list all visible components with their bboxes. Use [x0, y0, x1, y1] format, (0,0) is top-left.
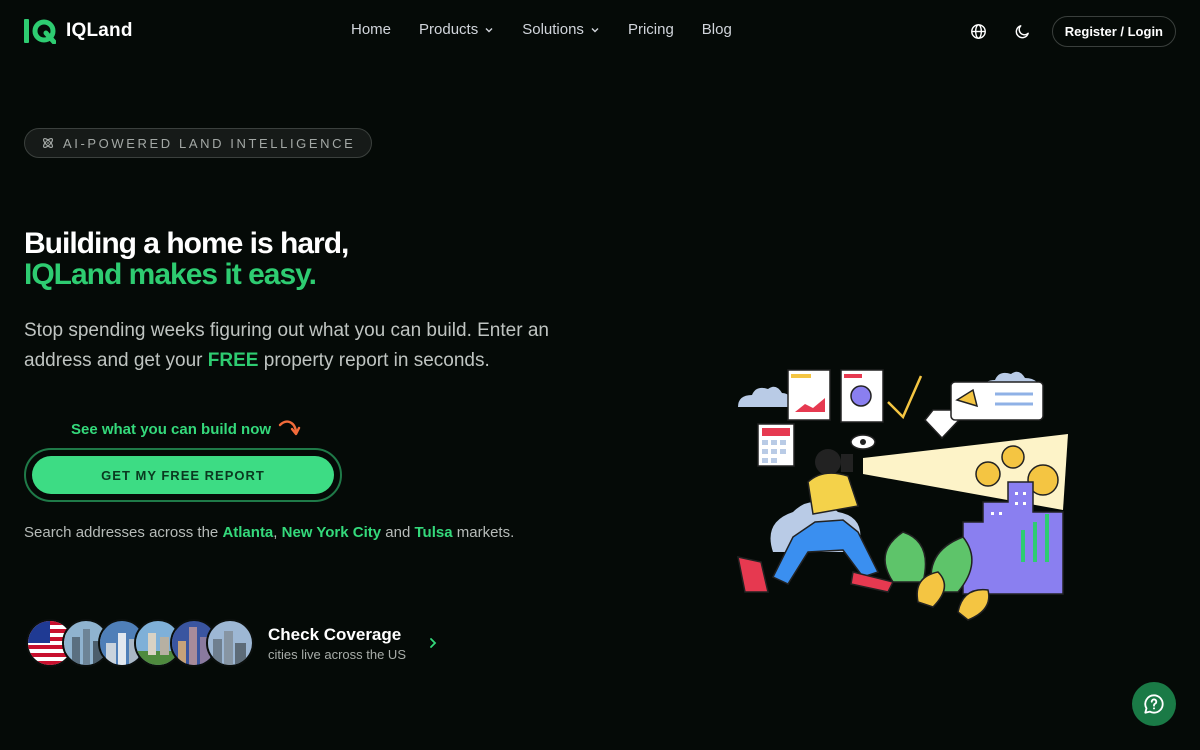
- badge-label: AI-POWERED LAND INTELLIGENCE: [63, 135, 356, 151]
- language-button[interactable]: [964, 17, 994, 47]
- brand-name: IQLand: [66, 20, 133, 41]
- hero-headline: Building a home is hard, IQLand makes it…: [24, 227, 349, 291]
- hero-subtitle: Stop spending weeks figuring out what yo…: [24, 316, 584, 376]
- top-nav: IQLand Home Products Solutions Pricing B…: [0, 0, 1200, 64]
- nav-pricing-label: Pricing: [627, 21, 674, 38]
- city-atlanta[interactable]: Atlanta: [222, 524, 273, 541]
- get-free-report-button[interactable]: GET MY FREE REPORT: [32, 456, 334, 494]
- subtitle-free: FREE: [207, 350, 259, 371]
- register-login-button[interactable]: Register / Login: [1051, 16, 1176, 47]
- theme-toggle-button[interactable]: [1008, 17, 1038, 47]
- city-avatars: [26, 619, 254, 667]
- cta-outline: GET MY FREE REPORT: [24, 448, 342, 502]
- chevron-right-icon: [430, 638, 437, 648]
- nav-solutions-label: Solutions: [522, 21, 584, 38]
- chevron-down-icon: [485, 27, 493, 32]
- chat-support-button[interactable]: [1132, 682, 1176, 726]
- chevron-down-icon: [591, 27, 599, 32]
- nav-home-label: Home: [351, 21, 392, 38]
- see-label: See what you can build now: [71, 420, 272, 438]
- markets-line: Search addresses across the Atlanta, New…: [24, 524, 514, 541]
- nav-blog[interactable]: Blog: [702, 21, 732, 38]
- check-coverage-link[interactable]: Check Coverage cities live across the US: [26, 619, 438, 667]
- headline-line1: Building a home is hard,: [24, 227, 349, 260]
- moon-icon: [1015, 25, 1030, 39]
- help-chat-icon: [1144, 694, 1164, 714]
- atom-icon: [42, 137, 54, 149]
- globe-icon: [971, 24, 987, 39]
- curved-arrow-icon: [278, 420, 301, 436]
- hero-illustration: [737, 369, 1068, 621]
- nav-actions: Register / Login: [964, 16, 1176, 47]
- markets-sep1: ,: [273, 524, 282, 541]
- coverage-text: Check Coverage cities live across the US: [268, 625, 406, 662]
- hero-badge: AI-POWERED LAND INTELLIGENCE: [24, 128, 373, 158]
- markets-sep2: and: [381, 524, 415, 541]
- subtitle-part2: property report in seconds.: [258, 350, 490, 371]
- city-tulsa[interactable]: Tulsa: [414, 524, 452, 541]
- coverage-title: Check Coverage: [268, 624, 402, 644]
- nav-pricing[interactable]: Pricing: [628, 21, 674, 38]
- headline-line2: IQLand makes it easy.: [24, 258, 317, 291]
- iq-logo-icon: [24, 19, 56, 44]
- nav-products-label: Products: [419, 21, 479, 38]
- nav-products[interactable]: Products: [419, 21, 494, 38]
- brand-logo[interactable]: IQLand: [24, 18, 133, 44]
- coverage-subtitle: cities live across the US: [268, 646, 406, 662]
- city-photo-avatar: [206, 619, 254, 667]
- see-what-you-can-build: See what you can build now: [71, 418, 301, 440]
- city-new-york[interactable]: New York City: [282, 524, 381, 541]
- markets-prefix: Search addresses across the: [24, 524, 223, 541]
- nav-solutions[interactable]: Solutions: [522, 21, 600, 38]
- nav-blog-label: Blog: [701, 21, 732, 38]
- main-menu: Home Products Solutions Pricing Blog: [351, 21, 732, 38]
- nav-home[interactable]: Home: [351, 21, 391, 38]
- markets-suffix: markets.: [452, 524, 515, 541]
